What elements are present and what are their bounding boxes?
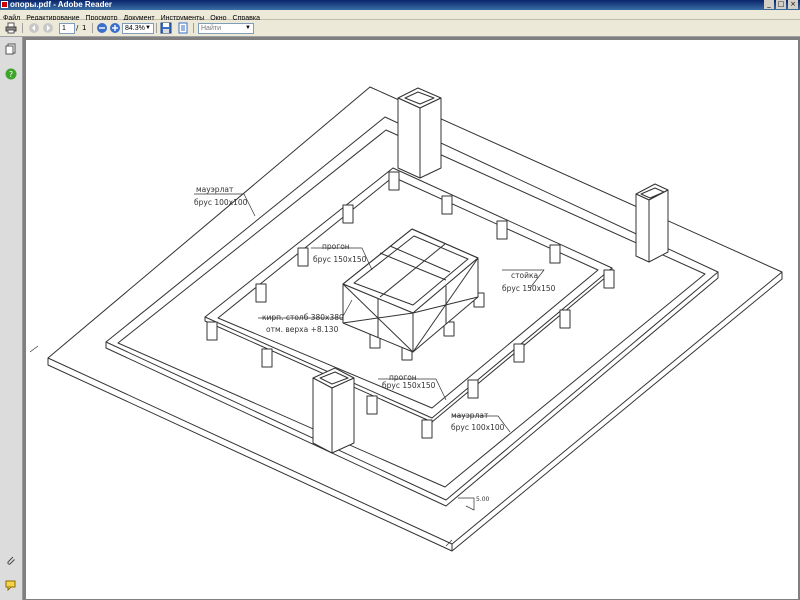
label-mauerlat-2-name: мауэрлат [451, 411, 489, 420]
fit-page-icon [178, 22, 188, 34]
svg-text:?: ? [9, 70, 13, 79]
prev-page-button[interactable] [28, 22, 40, 34]
label-progon-1-size: брус 150х150 [313, 255, 367, 264]
title-bar: опоры.pdf - Adobe Reader _ □ × [0, 0, 800, 10]
navigation-sidebar: ? [0, 37, 23, 600]
zoom-out-button[interactable] [96, 22, 108, 34]
label-mauerlat-2-size: брус 100х100 [451, 423, 505, 432]
close-button[interactable]: × [788, 0, 798, 9]
pdf-page: мауэрлат брус 100х100 прогон брус 150х15… [26, 40, 798, 599]
label-level-mark: 5.00 [476, 496, 490, 503]
toolbar: 1 / 1 84.3% ▼ Найти ▼ [0, 20, 800, 37]
zoom-select[interactable]: 84.3% ▼ [122, 22, 154, 34]
attachments-icon[interactable] [5, 555, 17, 567]
label-progon-2-size: брус 150х150 [382, 381, 436, 390]
search-input[interactable]: Найти ▼ [198, 22, 254, 34]
print-icon [5, 22, 17, 34]
window-title: опоры.pdf - Adobe Reader [10, 0, 113, 9]
zoom-out-icon [97, 23, 107, 33]
fit-page-button[interactable] [177, 22, 189, 34]
label-column-elevation: отм. верха +8.130 [266, 325, 339, 334]
save-icon [160, 22, 172, 34]
document-viewport[interactable]: мауэрлат брус 100х100 прогон брус 150х15… [23, 37, 800, 600]
zoom-in-icon [110, 23, 120, 33]
label-mauerlat-1-name: мауэрлат [196, 185, 234, 194]
maximize-button[interactable]: □ [776, 0, 786, 9]
save-button[interactable] [160, 22, 172, 34]
pages-icon[interactable] [5, 43, 17, 55]
label-mauerlat-1-size: брус 100х100 [194, 198, 248, 207]
prev-page-icon [29, 23, 39, 33]
page-total: 1 [82, 24, 87, 32]
zoom-in-button[interactable] [109, 22, 121, 34]
comments-icon[interactable] [5, 579, 17, 591]
label-stoyka-size: брус 150х150 [502, 284, 556, 293]
isometric-drawing: мауэрлат брус 100х100 прогон брус 150х15… [29, 86, 783, 552]
next-page-icon [43, 23, 53, 33]
zoom-value: 84.3% [125, 24, 145, 32]
search-placeholder: Найти [201, 24, 221, 32]
chevron-down-icon: ▼ [245, 24, 251, 31]
minimize-button[interactable]: _ [764, 0, 774, 9]
chevron-down-icon: ▼ [145, 24, 151, 31]
label-column-size: кирп. столб 380х380 [262, 313, 344, 322]
help-icon[interactable]: ? [5, 68, 17, 80]
page-separator: / [76, 24, 79, 32]
print-button[interactable] [5, 22, 17, 34]
page-number-input[interactable]: 1 [59, 22, 75, 34]
menu-bar: Файл Редактирование Просмотр Документ Инстру… [0, 10, 800, 22]
adobe-reader-icon [1, 1, 8, 8]
label-stoyka-name: стойка [511, 271, 538, 280]
label-progon-1-name: прогон [322, 242, 350, 251]
next-page-button[interactable] [42, 22, 54, 34]
